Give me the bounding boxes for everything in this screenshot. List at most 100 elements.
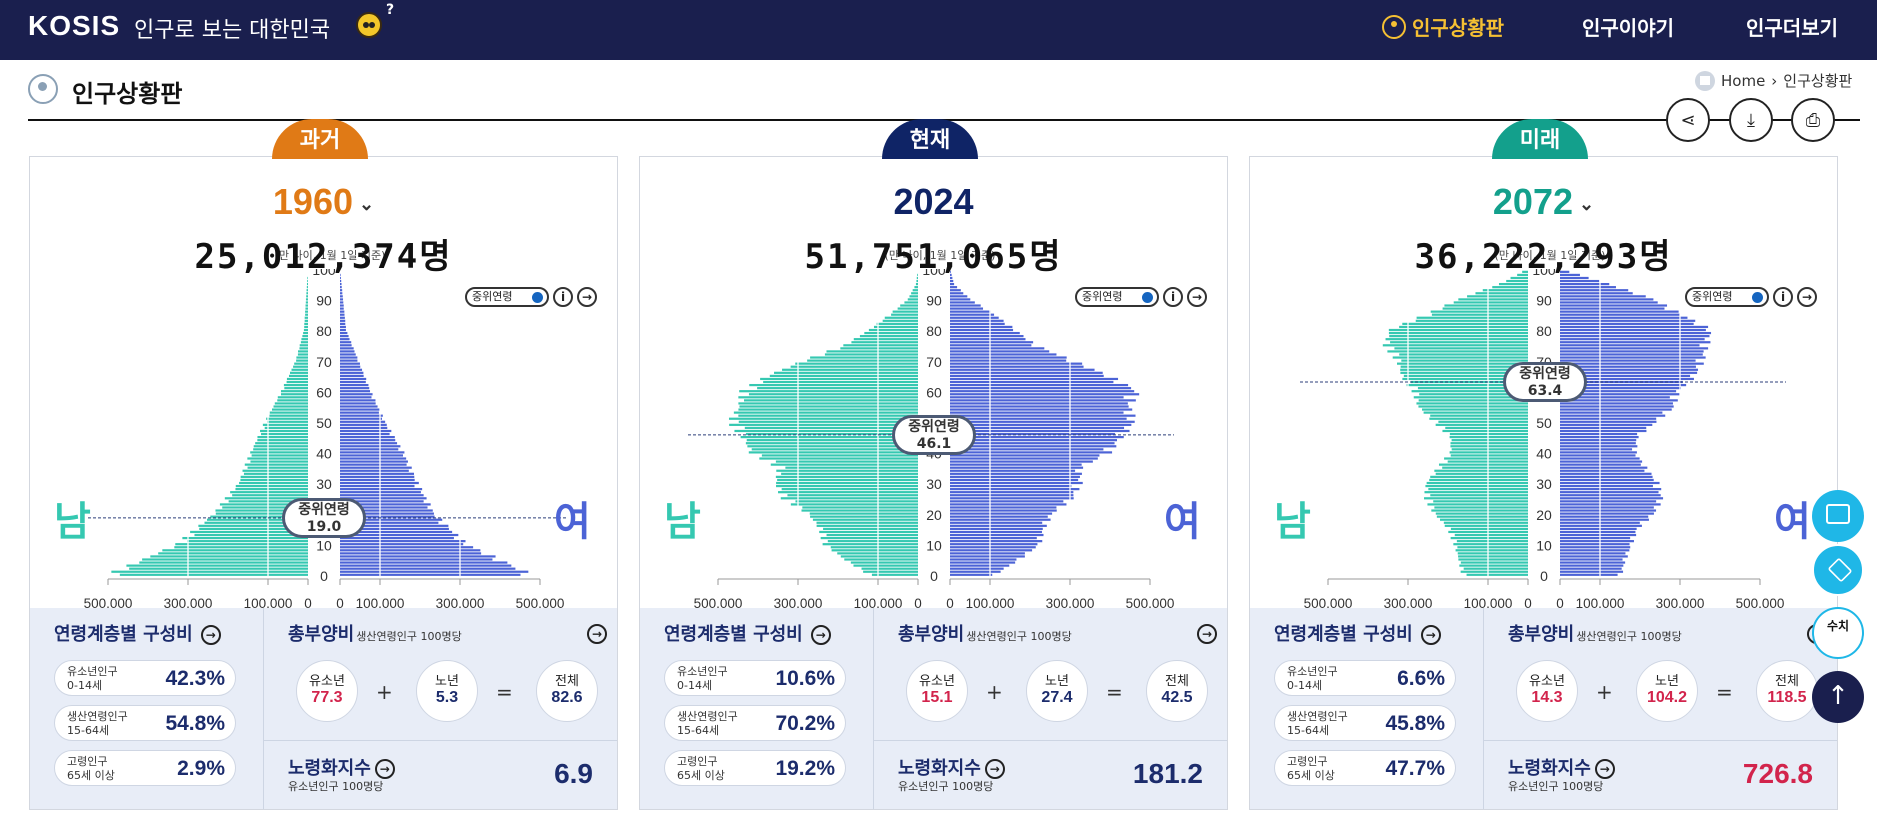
youth-value: 15.1 (921, 689, 953, 706)
bar-female (340, 536, 454, 540)
bar-female (340, 402, 376, 405)
bar-female (340, 399, 376, 402)
bar-female (1560, 310, 1679, 313)
kosis-logo[interactable]: KOSIS (28, 10, 120, 42)
bar-female (950, 417, 1127, 420)
median-age-badge: 중위연령 46.1 (892, 414, 976, 455)
bar-female (950, 362, 1083, 365)
bar-male (1435, 472, 1528, 475)
plus-sign: + (1596, 680, 1613, 704)
share-button[interactable]: ⋖ (1666, 98, 1710, 142)
breadcrumb-home[interactable]: Home (1721, 72, 1765, 90)
arrow-right-icon[interactable]: → (1197, 624, 1217, 644)
bar-female (950, 420, 1135, 423)
bar-female (1560, 475, 1653, 478)
print-button[interactable]: ⎙ (1791, 98, 1835, 142)
nav-population-story[interactable]: 인구이야기 (1582, 12, 1674, 41)
elder-value: 27.4 (1041, 689, 1073, 706)
bar-male (299, 344, 308, 347)
y-tick-label: 80 (316, 323, 332, 339)
year-select[interactable]: 1960 ⌄ (30, 181, 617, 223)
bar-male (897, 307, 918, 310)
download-button[interactable]: ⤓ (1729, 98, 1773, 142)
bar-female (950, 512, 1053, 515)
aging-index-title[interactable]: 노령화지수 → (898, 754, 1005, 780)
bar-female (1560, 423, 1653, 426)
arrow-right-icon[interactable]: → (1594, 759, 1615, 779)
numeric-toggle-button[interactable]: 수치 (1812, 607, 1864, 659)
arrow-right-icon[interactable]: → (587, 624, 607, 644)
nav-population-more[interactable]: 인구더보기 (1746, 12, 1838, 41)
y-tick-label: 30 (316, 476, 332, 492)
chart-view-button[interactable] (1812, 490, 1864, 542)
bar-female (950, 448, 1104, 451)
arrow-right-icon[interactable]: → (577, 287, 597, 307)
bar-female (1560, 488, 1662, 491)
bar-male (306, 292, 308, 295)
age-composition-title[interactable]: 연령계층별 구성비 → (1274, 620, 1441, 646)
arrow-right-icon[interactable]: → (374, 759, 395, 779)
bar-male (1382, 344, 1528, 347)
bar-male (129, 567, 308, 570)
bar-male (760, 377, 918, 381)
bar-female (950, 408, 1133, 411)
bar-male (761, 454, 918, 457)
arrow-right-icon[interactable]: → (1187, 287, 1207, 307)
bar-male (250, 451, 308, 454)
bar-male (787, 494, 918, 497)
bar-female (950, 573, 993, 576)
bar-female (340, 279, 342, 283)
bar-male (1451, 439, 1528, 442)
bar-female (1560, 325, 1709, 329)
bar-male (1389, 335, 1528, 338)
median-age-toggle[interactable]: 중위연령 (1075, 287, 1159, 307)
year-select[interactable]: 2072 ⌄ (1250, 181, 1837, 223)
age-composition-title[interactable]: 연령계층별 구성비 → (54, 620, 221, 646)
info-icon[interactable]: i (1773, 287, 1793, 307)
scroll-top-button[interactable]: ↑ (1812, 671, 1864, 723)
bar-female (950, 377, 1119, 381)
chevron-down-icon[interactable]: ⌄ (1579, 194, 1594, 214)
bar-female (1560, 524, 1642, 527)
bar-male (1385, 338, 1528, 341)
bar-female (950, 402, 1128, 405)
arrow-right-icon[interactable]: → (984, 759, 1005, 779)
home-icon[interactable] (1695, 70, 1715, 91)
bar-male (240, 478, 308, 482)
arrow-right-icon[interactable]: → (1420, 625, 1441, 645)
bar-female (1560, 448, 1633, 451)
arrow-right-icon[interactable]: → (200, 625, 221, 645)
layers-button[interactable] (1812, 544, 1864, 596)
bar-male (1457, 546, 1528, 549)
nav-label: 인구상황판 (1412, 16, 1504, 40)
aging-index-title[interactable]: 노령화지수 → (1508, 754, 1615, 780)
bar-female (340, 286, 342, 289)
info-icon[interactable]: i (553, 287, 573, 307)
age-group-range: 15-64세 (67, 724, 110, 737)
aging-index-title[interactable]: 노령화지수 → (288, 754, 395, 780)
bar-male (795, 362, 918, 365)
bar-female (340, 484, 415, 488)
youth-value: 77.3 (311, 689, 343, 706)
nav-population-dashboard[interactable]: 인구상황판 (1382, 12, 1504, 41)
arrow-right-icon[interactable]: → (810, 625, 831, 645)
bar-male (299, 347, 308, 350)
plus-sign: + (986, 680, 1003, 704)
bar-female (340, 457, 407, 460)
bar-female (340, 405, 378, 408)
chevron-down-icon[interactable]: ⌄ (359, 194, 374, 214)
bar-female (340, 313, 345, 316)
median-age-toggle[interactable]: 중위연령 (465, 287, 549, 307)
age-composition-title[interactable]: 연령계층별 구성비 → (664, 620, 831, 646)
arrow-right-icon[interactable]: → (1797, 287, 1817, 307)
bar-female (1560, 500, 1657, 503)
bar-male (1449, 451, 1528, 454)
y-tick-label: 20 (1536, 507, 1552, 523)
aging-index-title-text: 노령화지수 (288, 758, 371, 779)
bar-male (1455, 549, 1528, 552)
bar-male (884, 316, 918, 319)
median-age-toggle[interactable]: 중위연령 (1685, 287, 1769, 307)
info-icon[interactable]: i (1163, 287, 1183, 307)
bar-male (1456, 540, 1528, 543)
bar-male (1429, 417, 1528, 420)
